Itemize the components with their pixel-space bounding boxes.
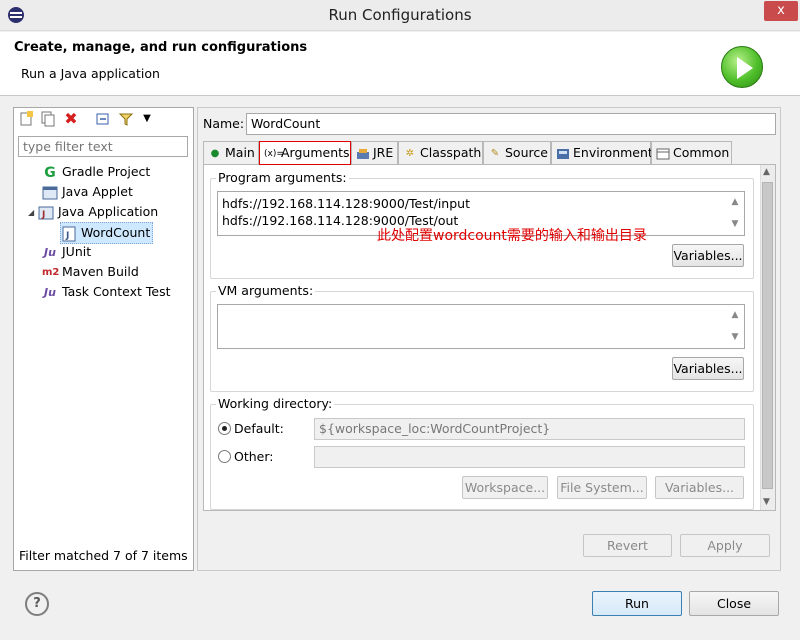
default-radio[interactable] <box>218 422 231 435</box>
filter-configs-icon[interactable] <box>118 111 134 127</box>
view-menu-chevron-down-icon[interactable]: ▼ <box>139 111 155 127</box>
run-button[interactable]: Run <box>592 591 682 616</box>
header-title: Create, manage, and run configurations <box>14 40 308 55</box>
source-icon: ✎ <box>490 147 500 159</box>
common-icon <box>656 147 670 161</box>
scroll-down-icon[interactable]: ▼ <box>729 329 741 346</box>
environment-icon <box>556 147 570 161</box>
svg-text:J: J <box>65 231 69 241</box>
tab-main[interactable]: ● Main <box>203 141 259 164</box>
name-label: Name: <box>203 116 245 131</box>
default-radio-label: Default: <box>234 421 284 436</box>
tree-item-java-application[interactable]: ◢ J Java Application <box>28 202 158 222</box>
svg-text:J: J <box>41 210 45 220</box>
run-banner-icon <box>721 46 763 88</box>
revert-button[interactable]: Revert <box>583 534 672 557</box>
gradle-icon: G <box>44 164 56 181</box>
duplicate-config-icon[interactable] <box>40 111 56 127</box>
header-subtitle: Run a Java application <box>21 66 160 81</box>
tab-source[interactable]: ✎ Source <box>483 141 551 164</box>
scroll-down-icon[interactable]: ▼ <box>729 216 741 233</box>
close-button[interactable]: Close <box>689 591 779 616</box>
maven-icon: m2 <box>42 266 60 278</box>
close-window-button[interactable]: x <box>764 1 798 21</box>
java-class-icon: J <box>61 226 77 242</box>
main-icon: ● <box>210 147 220 159</box>
tree-item-wordcount[interactable]: J WordCount <box>60 222 154 244</box>
working-dir-variables-button[interactable]: Variables... <box>655 476 744 499</box>
apply-button[interactable]: Apply <box>680 534 770 557</box>
annotation-note: 此处配置wordcount需要的输入和输出目录 <box>377 228 647 244</box>
vm-arguments-label: VM arguments: <box>216 283 316 298</box>
default-directory-field: ${workspace_loc:WordCountProject} <box>314 418 745 440</box>
tab-arguments[interactable]: (x)=Arguments <box>259 141 351 165</box>
expand-chevron-icon[interactable]: ◢ <box>28 203 38 223</box>
vm-arguments-textarea[interactable]: ▲ ▼ <box>217 304 745 349</box>
tree-item-junit[interactable]: Ju JUnit <box>42 242 91 262</box>
other-directory-field[interactable] <box>314 446 745 468</box>
tab-jre[interactable]: JRE <box>351 141 398 164</box>
tab-common[interactable]: Common <box>651 141 732 164</box>
program-args-variables-button[interactable]: Variables... <box>672 244 744 267</box>
tab-environment[interactable]: Environment <box>551 141 653 164</box>
scrollbar-up-icon[interactable]: ▲ <box>763 167 770 177</box>
working-directory-label: Working directory: <box>216 396 335 411</box>
java-applet-icon <box>42 185 58 201</box>
scroll-up-icon[interactable]: ▲ <box>729 194 741 211</box>
new-config-icon[interactable] <box>18 111 34 127</box>
scroll-up-icon[interactable]: ▲ <box>729 307 741 324</box>
filter-input[interactable] <box>18 136 188 157</box>
tab-classpath[interactable]: ✲ Classpath <box>398 141 483 164</box>
help-icon[interactable]: ? <box>25 592 49 616</box>
delete-config-icon[interactable]: ✖ <box>63 111 79 127</box>
tree-item-gradle-project[interactable]: G Gradle Project <box>42 162 150 182</box>
collapse-all-icon[interactable] <box>95 111 111 127</box>
vm-args-variables-button[interactable]: Variables... <box>672 357 744 380</box>
classpath-icon: ✲ <box>405 147 415 159</box>
junit-icon: Ju <box>44 245 56 259</box>
java-application-icon: J <box>38 205 54 221</box>
other-radio[interactable] <box>218 450 231 463</box>
scrollbar-thumb[interactable] <box>762 182 773 489</box>
program-arguments-label: Program arguments: <box>216 170 349 185</box>
other-radio-label: Other: <box>234 449 274 464</box>
jre-icon <box>356 147 370 161</box>
scrollbar-down-icon[interactable]: ▼ <box>763 497 770 507</box>
junit-icon: Ju <box>44 285 56 299</box>
window-title: Run Configurations <box>328 6 472 24</box>
name-field[interactable]: WordCount <box>246 113 776 135</box>
tree-item-java-applet[interactable]: Java Applet <box>42 182 133 202</box>
arguments-icon: (x)= <box>264 148 284 159</box>
filter-status: Filter matched 7 of 7 items <box>19 548 188 563</box>
tree-item-task-context-test[interactable]: Ju Task Context Test <box>42 282 170 302</box>
workspace-button[interactable]: Workspace... <box>462 476 548 499</box>
file-system-button[interactable]: File System... <box>557 476 647 499</box>
tree-item-maven-build[interactable]: m2 Maven Build <box>42 262 139 282</box>
